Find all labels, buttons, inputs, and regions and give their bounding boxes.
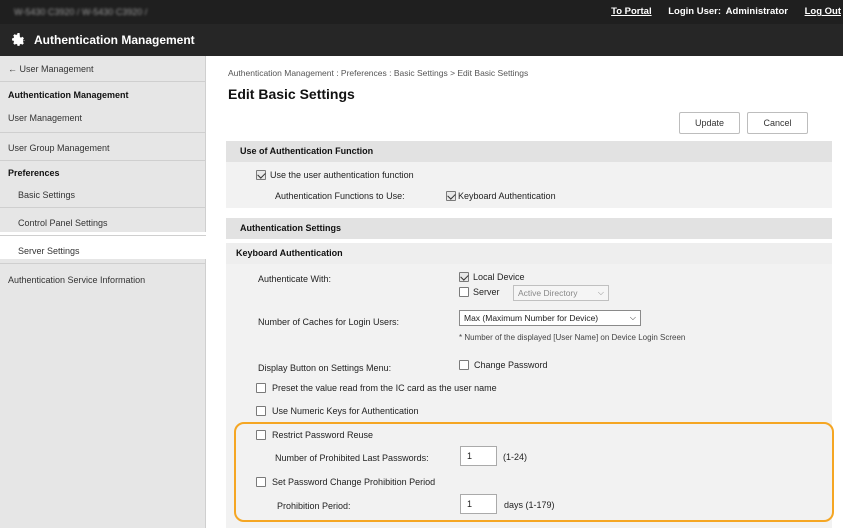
auth-functions-label: Authentication Functions to Use: [275,191,405,201]
caches-note: * Number of the displayed [User Name] on… [459,333,686,342]
server-type-value: Active Directory [518,288,578,298]
logout-link[interactable]: Log Out [805,6,841,17]
preset-ic-checkbox[interactable] [256,383,266,393]
use-auth-panel [226,162,832,208]
authenticate-with-label: Authenticate With: [258,274,332,284]
sidebar-item-user-management[interactable]: User Management [8,113,214,123]
sidebar-item-server-settings[interactable]: Server Settings [18,246,224,256]
section-header-use-auth: Use of Authentication Function [226,141,832,162]
numeric-keys-checkbox[interactable] [256,406,266,416]
sidebar-item-control-panel-settings[interactable]: Control Panel Settings [18,218,224,228]
sidebar-item-auth-service-info[interactable]: Authentication Service Information [8,275,214,285]
section-header-auth-settings: Authentication Settings [226,218,832,239]
page-title: Edit Basic Settings [228,86,355,102]
local-device-label: Local Device [473,272,525,282]
sidebar: ← User Management Authentication Managem… [0,56,206,528]
login-user-name: Administrator [725,6,788,17]
use-user-auth-checkbox[interactable] [256,170,266,180]
preset-ic-label: Preset the value read from the IC card a… [272,383,497,393]
top-bar: W-5430 C3920 / W-5430 C3920 / To Portal … [0,0,843,24]
use-user-auth-label: Use the user authentication function [270,170,414,180]
sidebar-item-user-group-management[interactable]: User Group Management [8,143,214,153]
caches-value: Max (Maximum Number for Device) [464,313,599,323]
breadcrumb: Authentication Management : Preferences … [228,68,529,78]
sidebar-divider [0,263,206,264]
device-name: W-5430 C3920 / W-5430 C3920 / [14,7,148,17]
chevron-down-icon: ⌵ [629,313,636,322]
change-password-label: Change Password [474,360,548,370]
keyboard-auth-label: Keyboard Authentication [458,191,556,201]
app-title: Authentication Management [34,33,195,47]
top-bar-right: To Portal Login User: Administrator Log … [597,6,841,17]
to-portal-link[interactable]: To Portal [611,6,651,17]
sidebar-divider [0,132,206,133]
title-bar-fill [222,24,843,56]
caches-select[interactable]: Max (Maximum Number for Device) ⌵ [459,310,641,326]
server-checkbox[interactable] [459,287,469,297]
sidebar-section-preferences: Preferences [8,168,60,178]
local-device-checkbox[interactable] [459,272,469,282]
app-title-bar: Authentication Management [0,24,222,56]
sidebar-divider [0,81,206,82]
login-user-label: Login User: Administrator [668,6,788,17]
gear-icon [12,32,26,46]
caches-label: Number of Caches for Login Users: [258,317,400,327]
back-to-user-management-link[interactable]: ← User Management [8,64,214,74]
server-type-select[interactable]: Active Directory ⌵ [513,285,609,301]
update-button[interactable]: Update [679,112,740,134]
display-button-label: Display Button on Settings Menu: [258,363,392,373]
keyboard-auth-checkbox[interactable] [446,191,456,201]
sub-header-keyboard-auth: Keyboard Authentication [226,243,832,264]
server-label: Server [473,287,500,297]
sidebar-divider [0,235,206,236]
highlight-frame [234,422,834,522]
change-password-checkbox[interactable] [459,360,469,370]
chevron-down-icon: ⌵ [597,288,604,297]
sidebar-item-basic-settings[interactable]: Basic Settings [18,190,224,200]
sidebar-divider [0,160,206,161]
sidebar-section-auth-management: Authentication Management [8,90,129,100]
numeric-keys-label: Use Numeric Keys for Authentication [272,406,419,416]
sidebar-divider [0,207,206,208]
cancel-button[interactable]: Cancel [747,112,808,134]
